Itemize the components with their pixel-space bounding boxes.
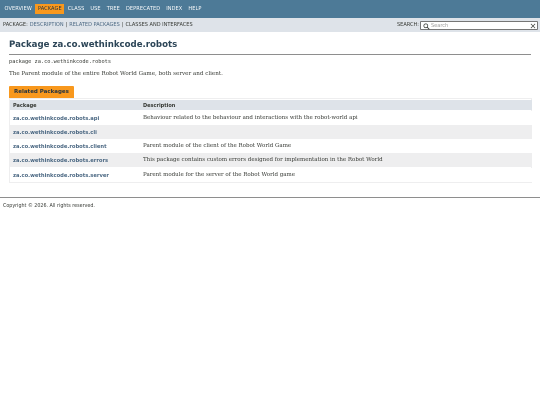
search-input[interactable] bbox=[431, 21, 527, 30]
column-header-description: Description bbox=[143, 102, 176, 109]
table-row: za.co.wethinkcode.robots.api Behaviour r… bbox=[10, 111, 532, 125]
package-signature: package za.co.wethinkcode.robots bbox=[9, 59, 112, 65]
nav-help[interactable]: Help bbox=[186, 4, 204, 14]
nav-class[interactable]: Class bbox=[65, 4, 87, 14]
table-header: Package Description bbox=[10, 100, 532, 110]
related-packages-tab: Related Packages bbox=[9, 86, 74, 98]
nav-index[interactable]: Index bbox=[164, 4, 185, 14]
page-title: Package za.co.wethinkcode.robots bbox=[9, 40, 178, 50]
sub-nav-separator: | bbox=[65, 22, 68, 28]
title-divider bbox=[9, 54, 531, 55]
package-description-cell: Behaviour related to the behaviour and i… bbox=[143, 115, 358, 122]
search-label: Search: bbox=[397, 22, 419, 28]
footer-divider bbox=[0, 197, 540, 198]
table-row: za.co.wethinkcode.robots.errors This pac… bbox=[10, 153, 532, 167]
package-link[interactable]: za.co.wethinkcode.robots.errors bbox=[13, 158, 108, 164]
package-link[interactable]: za.co.wethinkcode.robots.api bbox=[13, 116, 99, 122]
sub-nav-related-packages-link[interactable]: Related Packages bbox=[69, 22, 119, 28]
sub-nav-separator: | bbox=[121, 22, 124, 28]
reset-icon[interactable] bbox=[530, 23, 536, 29]
nav-deprecated[interactable]: Deprecated bbox=[123, 4, 162, 14]
package-description-cell: Parent module of the client of the Robot… bbox=[143, 143, 292, 150]
nav-overview[interactable]: Overview bbox=[2, 4, 34, 14]
nav-package[interactable]: Package bbox=[35, 4, 65, 14]
package-description: The Parent module of the entire Robot Wo… bbox=[9, 71, 223, 77]
nav-tree[interactable]: Tree bbox=[104, 4, 122, 14]
package-link[interactable]: za.co.wethinkcode.robots.client bbox=[13, 144, 107, 150]
table-row: za.co.wethinkcode.robots.cli bbox=[10, 125, 532, 139]
sub-nav-classes-and-interfaces: Classes and Interfaces bbox=[125, 22, 193, 28]
related-packages-table: Package Description za.co.wethinkcode.ro… bbox=[9, 98, 532, 183]
table-row: za.co.wethinkcode.robots.server Parent m… bbox=[10, 168, 532, 182]
table-row: za.co.wethinkcode.robots.client Parent m… bbox=[10, 139, 532, 153]
package-link[interactable]: za.co.wethinkcode.robots.cli bbox=[13, 130, 97, 136]
package-description-cell: This package contains custom errors desi… bbox=[143, 157, 383, 164]
nav-use[interactable]: Use bbox=[88, 4, 103, 14]
sub-nav-prefix: Package: bbox=[3, 22, 28, 28]
package-link[interactable]: za.co.wethinkcode.robots.server bbox=[13, 173, 109, 179]
top-nav: Overview Package Class Use Tree Deprecat… bbox=[0, 0, 540, 18]
package-description-cell: Parent module for the server of the Robo… bbox=[143, 172, 296, 179]
search-box[interactable] bbox=[420, 20, 538, 30]
search-icon bbox=[423, 22, 430, 30]
column-header-package: Package bbox=[13, 102, 37, 109]
sub-nav-description-link[interactable]: Description bbox=[30, 22, 64, 28]
copyright-text: Copyright © 2026. All rights reserved. bbox=[3, 204, 95, 209]
